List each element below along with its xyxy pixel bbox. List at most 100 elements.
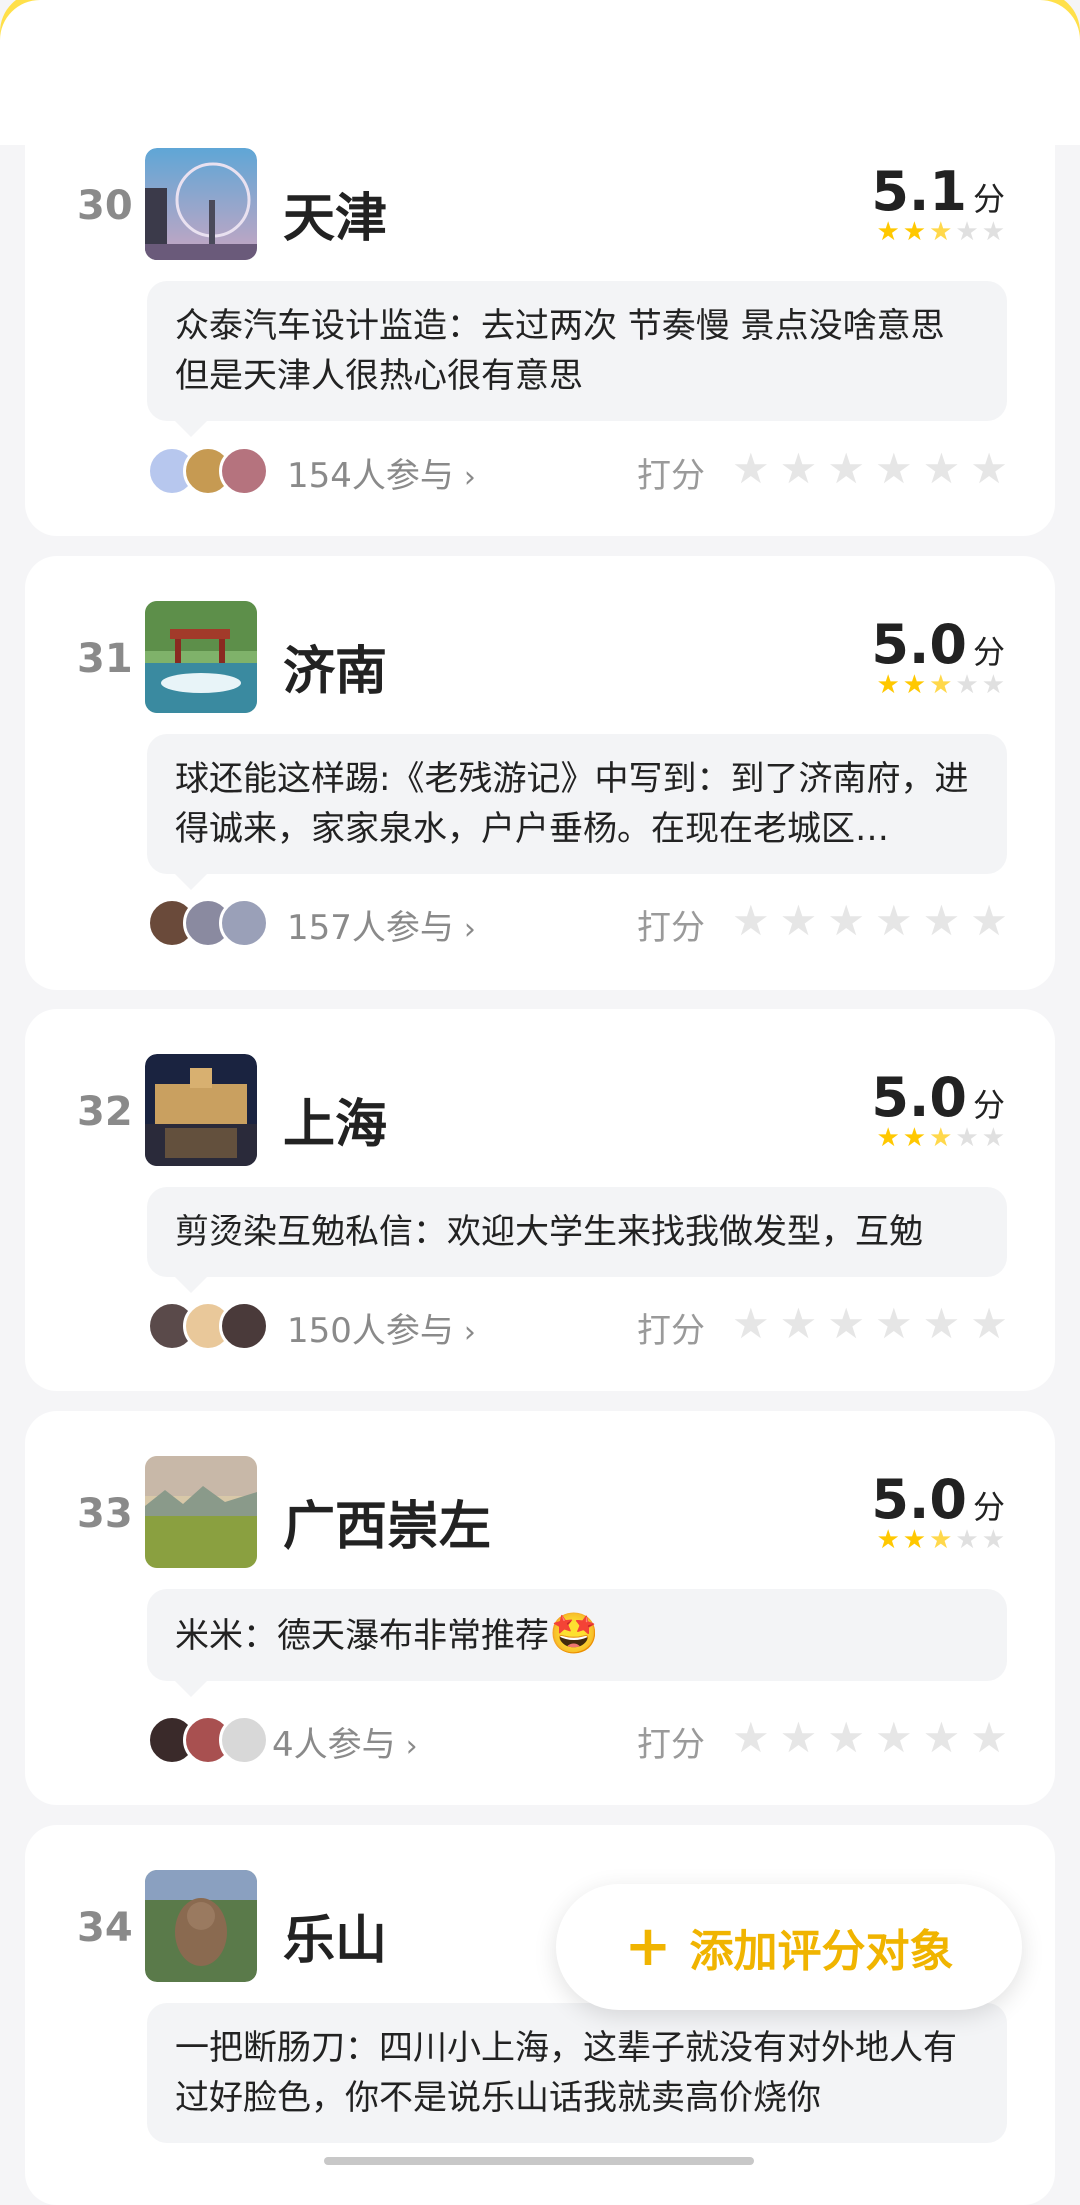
rating-stars: ★ ★ ★ ★ ★	[871, 1125, 1005, 1151]
star-icon[interactable]: ★	[780, 896, 818, 945]
list-item[interactable]: 32 上海 5.0 分 ★ ★ ★ ★ ★ 剪烫染互勉私信：欢迎大学生来找我做发型，互勉 …	[25, 1009, 1055, 1391]
list-item[interactable]: 34 乐山 一把断肠刀：四川小上海，这辈子就没有对外地人有过好脸色，你不是说乐山…	[25, 1825, 1055, 2205]
rank-number: 33	[77, 1491, 133, 1537]
comment-tail	[175, 1277, 207, 1293]
rating: 5.0 分 ★ ★ ★ ★ ★	[871, 1066, 1005, 1151]
star-icon[interactable]: ★	[923, 444, 961, 493]
star-icon[interactable]: ★	[827, 1713, 865, 1762]
star-icon[interactable]: ★	[875, 444, 913, 493]
rating-stars: ★ ★ ★ ★ ★	[871, 1527, 1005, 1553]
avatar	[219, 1715, 269, 1765]
comment-text: 一把断肠刀：四川小上海，这辈子就没有对外地人有过好脸色，你不是说乐山话我就卖高价…	[175, 2028, 957, 2118]
star-icon[interactable]: ★	[827, 896, 865, 945]
top-comment[interactable]: 剪烫染互勉私信：欢迎大学生来找我做发型，互勉	[147, 1187, 1007, 1293]
star-icon: ★	[981, 1123, 1005, 1153]
star-icon: ★	[876, 670, 900, 700]
rating-unit: 分	[972, 633, 1005, 671]
starstruck-emoji-icon: 🤩	[549, 1611, 599, 1657]
star-icon[interactable]: ★	[923, 1299, 961, 1348]
top-comment[interactable]: 米米：德天瀑布非常推荐🤩	[147, 1589, 1007, 1697]
comment-text: 众泰汽车设计监造：去过两次 节奏慢 景点没啥意思 但是天津人很热心很有意思	[175, 306, 945, 396]
star-icon[interactable]: ★	[923, 896, 961, 945]
chevron-right-icon: ›	[405, 1729, 418, 1764]
star-icon[interactable]: ★	[923, 1713, 961, 1762]
item-name: 乐山	[283, 1911, 388, 1971]
star-icon[interactable]: ★	[875, 1299, 913, 1348]
star-icon[interactable]: ★	[780, 1299, 818, 1348]
half-star-icon: ★	[929, 670, 953, 700]
rate-label: 打分	[637, 456, 705, 496]
star-icon[interactable]: ★	[780, 1713, 818, 1762]
rate-label: 打分	[637, 908, 705, 948]
participants-count: 150人参与	[287, 1311, 454, 1351]
star-icon: ★	[981, 217, 1005, 247]
top-comment[interactable]: 众泰汽车设计监造：去过两次 节奏慢 景点没啥意思 但是天津人很热心很有意思	[147, 281, 1007, 437]
participants-count: 4人参与	[272, 1725, 396, 1765]
rate-stars-input[interactable]: ★ ★ ★ ★ ★ ★	[732, 444, 1008, 493]
comment-text: 剪烫染互勉私信：欢迎大学生来找我做发型，互勉	[175, 1212, 923, 1252]
participants-link[interactable]: 150人参与 ›	[287, 1303, 476, 1352]
star-icon: ★	[902, 1123, 927, 1153]
rate-label: 打分	[637, 1725, 705, 1765]
list-item[interactable]: 30 天津 5.1 分 ★ ★ ★ ★ ★ 众泰汽车设计监造：去过两次 节奏慢 景点没啥意…	[25, 60, 1055, 536]
rate-stars-input[interactable]: ★ ★ ★ ★ ★ ★	[732, 1713, 1008, 1762]
star-icon[interactable]: ★	[732, 1713, 770, 1762]
participant-avatars[interactable]	[147, 446, 269, 496]
participant-avatars[interactable]	[147, 1715, 269, 1765]
participants-link[interactable]: 157人参与 ›	[287, 900, 476, 949]
participants-link[interactable]: 154人参与 ›	[287, 448, 476, 497]
avatar	[219, 446, 269, 496]
rating-value: 5.0	[871, 1066, 967, 1129]
participants-link[interactable]: 4人参与 ›	[272, 1717, 418, 1766]
rate-stars-input[interactable]: ★ ★ ★ ★ ★ ★	[732, 896, 1008, 945]
rating-value: 5.1	[871, 160, 967, 223]
star-icon[interactable]: ★	[827, 444, 865, 493]
comment-tail	[175, 1681, 207, 1697]
star-icon[interactable]: ★	[827, 1299, 865, 1348]
star-icon[interactable]: ★	[970, 1713, 1008, 1762]
item-name: 广西崇左	[283, 1497, 492, 1557]
rating-unit: 分	[972, 1086, 1005, 1124]
top-comment[interactable]: 球还能这样踢:《老残游记》中写到：到了济南府，进得诚来，家家泉水，户户垂杨。在现…	[147, 734, 1007, 890]
rating-stars: ★ ★ ★ ★ ★	[871, 672, 1005, 698]
list-item[interactable]: 31 济南 5.0 分 ★ ★ ★ ★ ★ 球还能这样踢:《老残游记》中写到：到了济南府，…	[25, 556, 1055, 990]
star-icon: ★	[981, 1525, 1005, 1555]
item-footer: 150人参与 › 打分 ★ ★ ★ ★ ★ ★	[147, 1295, 1027, 1355]
star-icon[interactable]: ★	[875, 896, 913, 945]
list-item[interactable]: 33 广西崇左 5.0 分 ★ ★ ★ ★ ★ 米米：德天瀑布非常推荐🤩 4人参与 › 打分…	[25, 1411, 1055, 1805]
top-comment[interactable]: 一把断肠刀：四川小上海，这辈子就没有对外地人有过好脸色，你不是说乐山话我就卖高价…	[147, 2003, 1007, 2143]
star-icon[interactable]: ★	[780, 444, 818, 493]
comment-text: 球还能这样踢:《老残游记》中写到：到了济南府，进得诚来，家家泉水，户户垂杨。在现…	[175, 759, 969, 849]
rating-unit: 分	[972, 1488, 1005, 1526]
item-footer: 157人参与 › 打分 ★ ★ ★ ★ ★ ★	[147, 892, 1027, 952]
star-icon[interactable]: ★	[970, 444, 1008, 493]
star-icon: ★	[955, 1525, 979, 1555]
comment-tail	[175, 874, 207, 890]
rate-stars-input[interactable]: ★ ★ ★ ★ ★ ★	[732, 1299, 1008, 1348]
add-rating-target-button[interactable]: + 添加评分对象	[556, 1884, 1022, 2010]
comment-tail	[175, 421, 207, 437]
star-icon[interactable]: ★	[875, 1713, 913, 1762]
chevron-right-icon: ›	[463, 1315, 476, 1350]
avatar	[219, 898, 269, 948]
rating-value: 5.0	[871, 1468, 967, 1531]
participant-avatars[interactable]	[147, 1301, 269, 1351]
thumbnail-ferris-wheel	[145, 148, 257, 260]
star-icon: ★	[876, 217, 900, 247]
star-icon: ★	[876, 1525, 900, 1555]
star-icon[interactable]: ★	[732, 896, 770, 945]
star-icon[interactable]: ★	[732, 1299, 770, 1348]
star-icon[interactable]: ★	[970, 896, 1008, 945]
star-icon: ★	[876, 1123, 900, 1153]
star-icon: ★	[955, 1123, 979, 1153]
half-star-icon: ★	[929, 217, 953, 247]
star-icon[interactable]: ★	[970, 1299, 1008, 1348]
comment-text: 米米：德天瀑布非常推荐	[175, 1616, 549, 1656]
thumbnail-landscape	[145, 1456, 257, 1568]
rank-number: 32	[77, 1089, 133, 1135]
participant-avatars[interactable]	[147, 898, 269, 948]
home-indicator[interactable]	[324, 2157, 754, 2165]
item-footer: 154人参与 › 打分 ★ ★ ★ ★ ★ ★	[147, 440, 1027, 500]
add-button-label: 添加评分对象	[689, 1926, 954, 1977]
star-icon[interactable]: ★	[732, 444, 770, 493]
